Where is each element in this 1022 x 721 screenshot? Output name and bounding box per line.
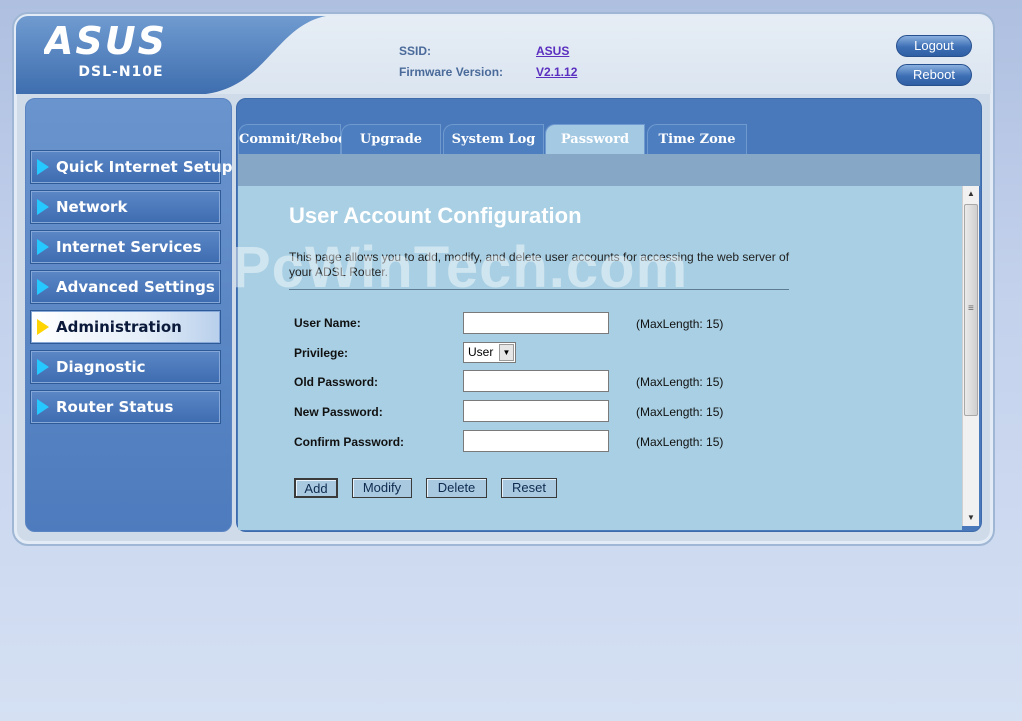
play-arrow-icon (37, 319, 49, 335)
confirm-password-label: Confirm Password: (294, 435, 405, 449)
privilege-selected-value: User (468, 345, 494, 359)
confirm-password-input[interactable] (463, 430, 609, 452)
sidebar-item-internet-services[interactable]: Internet Services (30, 230, 221, 264)
sidebar-item-router-status[interactable]: Router Status (30, 390, 221, 424)
delete-button[interactable]: Delete (426, 478, 487, 498)
vertical-scrollbar[interactable]: ▲ ≡ ▼ (962, 186, 979, 526)
asus-logo-text: ASUS (44, 24, 167, 58)
sidebar-item-label: Administration (56, 318, 182, 336)
old-password-maxlength-note: (MaxLength: 15) (636, 375, 724, 389)
scroll-thumb[interactable]: ≡ (964, 204, 978, 416)
grip-icon: ≡ (968, 303, 974, 314)
ssid-label: SSID: (399, 44, 432, 58)
sidebar-item-label: Network (56, 198, 128, 216)
play-arrow-icon (37, 279, 49, 295)
sidebar-item-label: Diagnostic (56, 358, 146, 376)
sidebar-item-advanced-settings[interactable]: Advanced Settings (30, 270, 221, 304)
play-arrow-icon (37, 399, 49, 415)
new-password-label: New Password: (294, 405, 383, 419)
tab-time-zone[interactable]: Time Zone (647, 124, 747, 154)
tab-system-log[interactable]: System Log (443, 124, 544, 154)
scroll-up-arrow-icon[interactable]: ▲ (963, 186, 979, 202)
sidebar-item-label: Quick Internet Setup (56, 158, 233, 176)
user-name-input[interactable] (463, 312, 609, 334)
sidebar-item-label: Advanced Settings (56, 278, 215, 296)
user-name-maxlength-note: (MaxLength: 15) (636, 317, 724, 331)
new-password-input[interactable] (463, 400, 609, 422)
firmware-value-link[interactable]: V2.1.12 (536, 65, 577, 79)
sidebar-item-administration[interactable]: Administration (30, 310, 221, 344)
tab-commit-reboot[interactable]: Commit/Reboot (238, 124, 353, 154)
new-password-maxlength-note: (MaxLength: 15) (636, 405, 724, 419)
tab-strip (238, 154, 980, 186)
scroll-down-arrow-icon[interactable]: ▼ (963, 510, 979, 526)
privilege-select[interactable]: User ▼ (463, 342, 516, 363)
play-arrow-icon (37, 239, 49, 255)
sidebar-item-network[interactable]: Network (30, 190, 221, 224)
ssid-value-link[interactable]: ASUS (536, 44, 569, 58)
logout-button[interactable]: Logout (896, 35, 972, 57)
play-arrow-icon (37, 199, 49, 215)
chevron-down-icon[interactable]: ▼ (499, 344, 514, 361)
sidebar-item-label: Internet Services (56, 238, 202, 256)
asus-logo: ASUS (44, 24, 167, 58)
page-title: User Account Configuration (289, 203, 582, 228)
play-arrow-icon (37, 359, 49, 375)
model-name: DSL-N10E (78, 64, 164, 80)
tab-password[interactable]: Password (545, 124, 645, 154)
sidebar-item-label: Router Status (56, 398, 174, 416)
user-name-label: User Name: (294, 316, 361, 330)
firmware-label: Firmware Version: (399, 65, 504, 79)
sidebar-item-diagnostic[interactable]: Diagnostic (30, 350, 221, 384)
privilege-label: Privilege: (294, 346, 349, 360)
play-arrow-icon (37, 159, 49, 175)
modify-button[interactable]: Modify (352, 478, 412, 498)
old-password-label: Old Password: (294, 375, 379, 389)
add-button[interactable]: Add (294, 478, 338, 498)
reset-button[interactable]: Reset (501, 478, 557, 498)
reboot-button[interactable]: Reboot (896, 64, 972, 86)
watermark: PcWinTech.com (232, 235, 689, 300)
confirm-password-maxlength-note: (MaxLength: 15) (636, 435, 724, 449)
sidebar-item-quick-internet-setup[interactable]: Quick Internet Setup (30, 150, 232, 184)
old-password-input[interactable] (463, 370, 609, 392)
tab-upgrade[interactable]: Upgrade (341, 124, 441, 154)
